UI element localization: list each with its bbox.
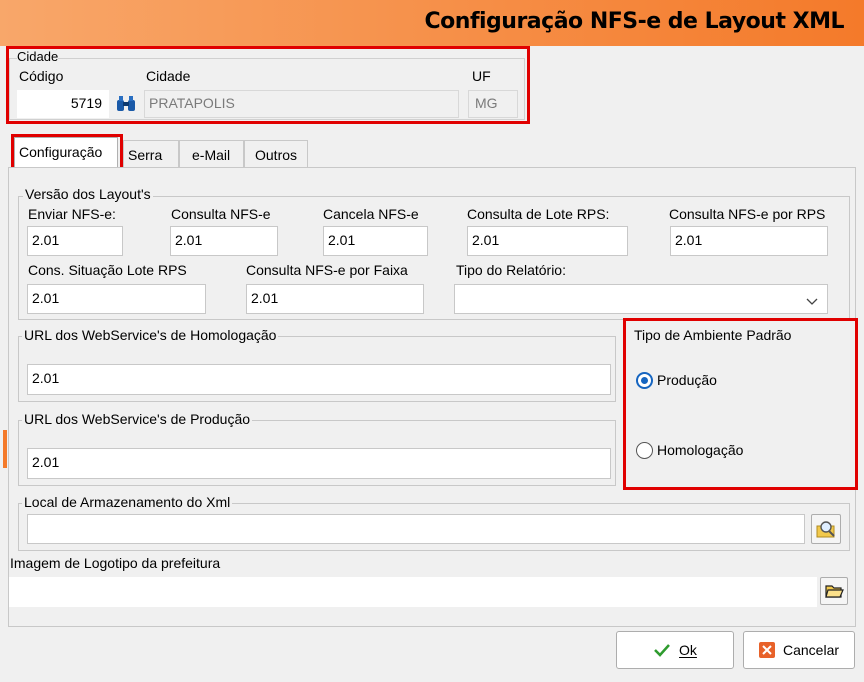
enviar-nfse-field[interactable]: 2.01 <box>27 226 123 256</box>
codigo-label: Código <box>19 68 64 84</box>
cidade-group-label: Cidade <box>17 49 59 64</box>
codigo-field[interactable]: 5719 <box>17 90 109 118</box>
consulta-nfse-rps-field[interactable]: 2.01 <box>670 226 828 256</box>
ok-label: Ok <box>679 642 697 658</box>
cancelar-button[interactable]: Cancelar <box>743 631 855 669</box>
open-folder-icon <box>825 585 844 598</box>
radio-homologacao[interactable] <box>636 442 653 459</box>
close-icon <box>758 642 775 658</box>
ok-button[interactable]: Ok <box>616 631 734 669</box>
cidade-field: PRATAPOLIS <box>144 90 459 118</box>
tab-outros[interactable]: Outros <box>244 140 308 168</box>
url-homologacao-field[interactable]: 2.01 <box>27 364 611 395</box>
binoculars-icon[interactable] <box>115 95 137 113</box>
uf-field: MG <box>468 90 518 118</box>
local-xml-field[interactable] <box>27 514 805 544</box>
radio-producao[interactable] <box>636 372 653 389</box>
title-bar: Configuração NFS-e de Layout XML <box>0 0 864 46</box>
consulta-nfse-label: Consulta NFS-e <box>171 206 271 222</box>
tab-email[interactable]: e-Mail <box>179 140 244 168</box>
homologacao-label[interactable]: Homologação <box>657 442 743 458</box>
tipo-relatorio-select[interactable] <box>454 284 828 314</box>
browse-folder-button[interactable] <box>811 514 841 544</box>
tipo-relatorio-label: Tipo do Relatório: <box>456 262 566 278</box>
consulta-nfse-faixa-field[interactable]: 2.01 <box>246 284 424 314</box>
logotipo-field[interactable] <box>9 577 817 607</box>
consulta-nfse-field[interactable]: 2.01 <box>170 226 278 256</box>
local-xml-label: Local de Armazenamento do Xml <box>22 494 233 510</box>
tab-serra[interactable]: Serra <box>123 140 179 168</box>
cancelar-label: Cancelar <box>782 642 840 658</box>
cidade-label: Cidade <box>146 68 191 84</box>
consulta-nfse-faixa-label: Consulta NFS-e por Faixa <box>246 262 408 278</box>
ambiente-label: Tipo de Ambiente Padrão <box>634 327 792 343</box>
uf-label: UF <box>472 68 491 84</box>
url-producao-label: URL dos WebService's de Produção <box>22 411 253 427</box>
chevron-down-icon[interactable] <box>805 293 819 305</box>
producao-label[interactable]: Produção <box>657 372 717 388</box>
cancela-nfse-field[interactable]: 2.01 <box>323 226 428 256</box>
url-homologacao-label: URL dos WebService's de Homologação <box>22 327 279 343</box>
consulta-lote-rps-field[interactable]: 2.01 <box>467 226 628 256</box>
cons-situacao-lote-label: Cons. Situação Lote RPS <box>28 262 187 278</box>
ambiente-highlight <box>623 318 858 490</box>
cancela-nfse-label: Cancela NFS-e <box>323 206 419 222</box>
cons-situacao-lote-field[interactable]: 2.01 <box>27 284 206 314</box>
consulta-lote-rps-label: Consulta de Lote RPS: <box>467 206 610 222</box>
logotipo-label: Imagem de Logotipo da prefeitura <box>10 555 221 571</box>
check-icon <box>654 644 670 657</box>
search-folder-icon <box>816 521 835 538</box>
consulta-nfse-rps-label: Consulta NFS-e por RPS <box>669 206 826 222</box>
tab-configuracao-highlight <box>11 134 123 170</box>
enviar-nfse-label: Enviar NFS-e: <box>28 206 116 222</box>
versoes-group-label: Versão dos Layout's <box>23 186 153 202</box>
open-folder-button[interactable] <box>820 577 848 605</box>
window-title: Configuração NFS-e de Layout XML <box>424 9 845 34</box>
url-producao-field[interactable]: 2.01 <box>27 448 611 479</box>
left-edge-accent <box>3 430 7 468</box>
